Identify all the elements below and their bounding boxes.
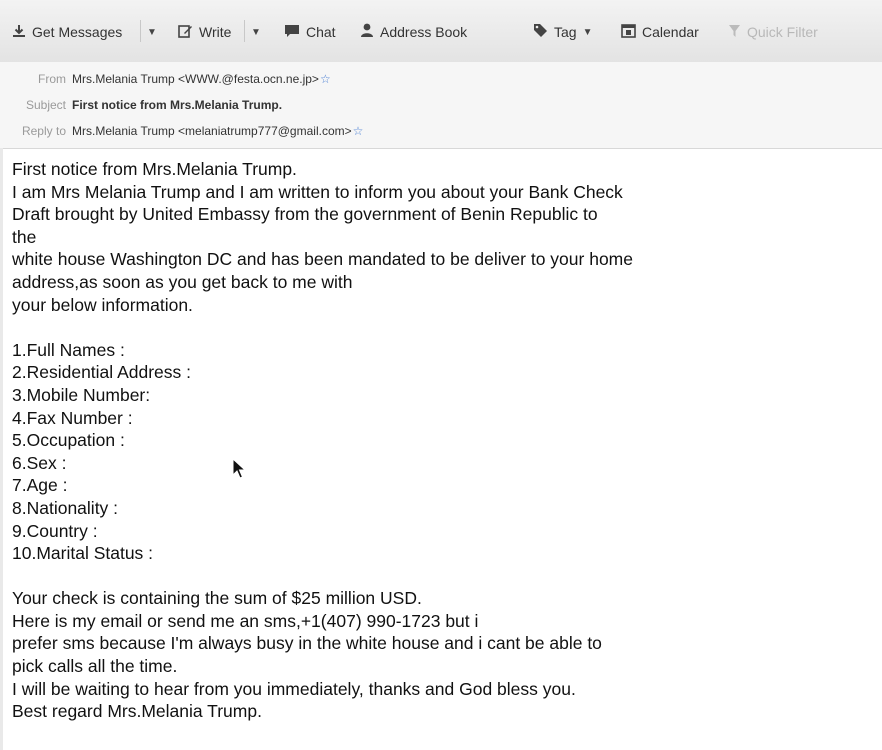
- body-line: Here is my email or send me an sms,+1(40…: [12, 610, 479, 631]
- chevron-down-icon: ▼: [582, 26, 593, 38]
- calendar-button[interactable]: Calendar: [621, 22, 699, 42]
- list-item: 7.Age :: [12, 475, 68, 496]
- list-item: 6.Sex :: [12, 452, 67, 473]
- write-button[interactable]: Write: [178, 22, 231, 42]
- list-item: 1.Full Names :: [12, 339, 125, 360]
- chevron-down-icon: ▼: [251, 26, 261, 38]
- chat-button[interactable]: Chat: [284, 22, 336, 42]
- write-dropdown[interactable]: ▼: [251, 22, 261, 42]
- star-icon[interactable]: ☆: [353, 124, 364, 138]
- mail-toolbar: Get Messages ▼ Write ▼ Chat Address Book…: [0, 0, 882, 63]
- address-book-label: Address Book: [380, 24, 468, 40]
- reply-to-address[interactable]: Mrs.Melania Trump <melaniatrump777@gmail…: [72, 124, 352, 138]
- calendar-label: Calendar: [642, 24, 699, 40]
- body-line: Best regard Mrs.Melania Trump.: [12, 701, 262, 722]
- get-messages-button[interactable]: Get Messages: [12, 22, 122, 42]
- list-item: 5.Occupation :: [12, 430, 125, 451]
- get-messages-label: Get Messages: [32, 24, 123, 40]
- subject-row: Subject First notice from Mrs.Melania Tr…: [0, 98, 282, 112]
- reply-to-label: Reply to: [21, 124, 66, 138]
- list-item: 4.Fax Number :: [12, 407, 133, 428]
- from-address[interactable]: Mrs.Melania Trump <WWW.@festa.ocn.ne.jp>: [72, 72, 319, 86]
- pencil-icon: [178, 24, 193, 41]
- star-icon[interactable]: ☆: [320, 72, 331, 86]
- body-line: prefer sms because I'm always busy in th…: [12, 633, 602, 654]
- from-row: From Mrs.Melania Trump <WWW.@festa.ocn.n…: [0, 72, 331, 86]
- body-line: Your check is containing the sum of $25 …: [12, 588, 422, 609]
- body-line: Draft brought by United Embassy from the…: [12, 204, 598, 225]
- calendar-icon: [621, 23, 636, 41]
- message-header-pane: From Mrs.Melania Trump <WWW.@festa.ocn.n…: [0, 62, 882, 149]
- chat-label: Chat: [306, 24, 336, 40]
- body-line: address,as soon as you get back to me wi…: [12, 271, 353, 292]
- body-line: I will be waiting to hear from you immed…: [12, 678, 576, 699]
- toolbar-divider: [140, 20, 141, 42]
- subject-value: First notice from Mrs.Melania Trump.: [72, 98, 283, 112]
- body-line: the: [12, 226, 37, 247]
- person-icon: [360, 23, 374, 41]
- message-body: First notice from Mrs.Melania Trump. I a…: [12, 158, 872, 723]
- quick-filter-button[interactable]: Quick Filter: [728, 22, 818, 42]
- pane-edge: [0, 148, 3, 750]
- list-item: 8.Nationality :: [12, 497, 119, 518]
- mouse-cursor-icon: [232, 457, 247, 480]
- body-line: First notice from Mrs.Melania Trump.: [12, 159, 297, 179]
- download-icon: [12, 24, 26, 41]
- list-item: 3.Mobile Number:: [12, 384, 151, 405]
- body-line: pick calls all the time.: [12, 656, 178, 677]
- chat-bubble-icon: [284, 24, 300, 41]
- address-book-button[interactable]: Address Book: [360, 22, 467, 42]
- tag-icon: [533, 23, 548, 41]
- get-messages-dropdown[interactable]: ▼: [147, 22, 157, 42]
- reply-to-row: Reply to Mrs.Melania Trump <melaniatrump…: [0, 124, 363, 138]
- quick-filter-label: Quick Filter: [747, 24, 818, 40]
- filter-icon: [728, 24, 741, 41]
- body-line: I am Mrs Melania Trump and I am written …: [12, 181, 623, 202]
- list-item: 10.Marital Status :: [12, 543, 154, 564]
- tag-label: Tag: [554, 24, 577, 40]
- write-label: Write: [199, 24, 232, 40]
- subject-label: Subject: [25, 98, 66, 112]
- from-label: From: [38, 72, 66, 86]
- tag-button[interactable]: Tag ▼: [533, 22, 592, 42]
- toolbar-divider: [244, 20, 245, 42]
- body-line: white house Washington DC and has been m…: [12, 249, 633, 270]
- list-item: 2.Residential Address :: [12, 362, 191, 383]
- chevron-down-icon: ▼: [147, 26, 157, 38]
- body-line: your below information.: [12, 294, 193, 315]
- list-item: 9.Country :: [12, 520, 98, 541]
